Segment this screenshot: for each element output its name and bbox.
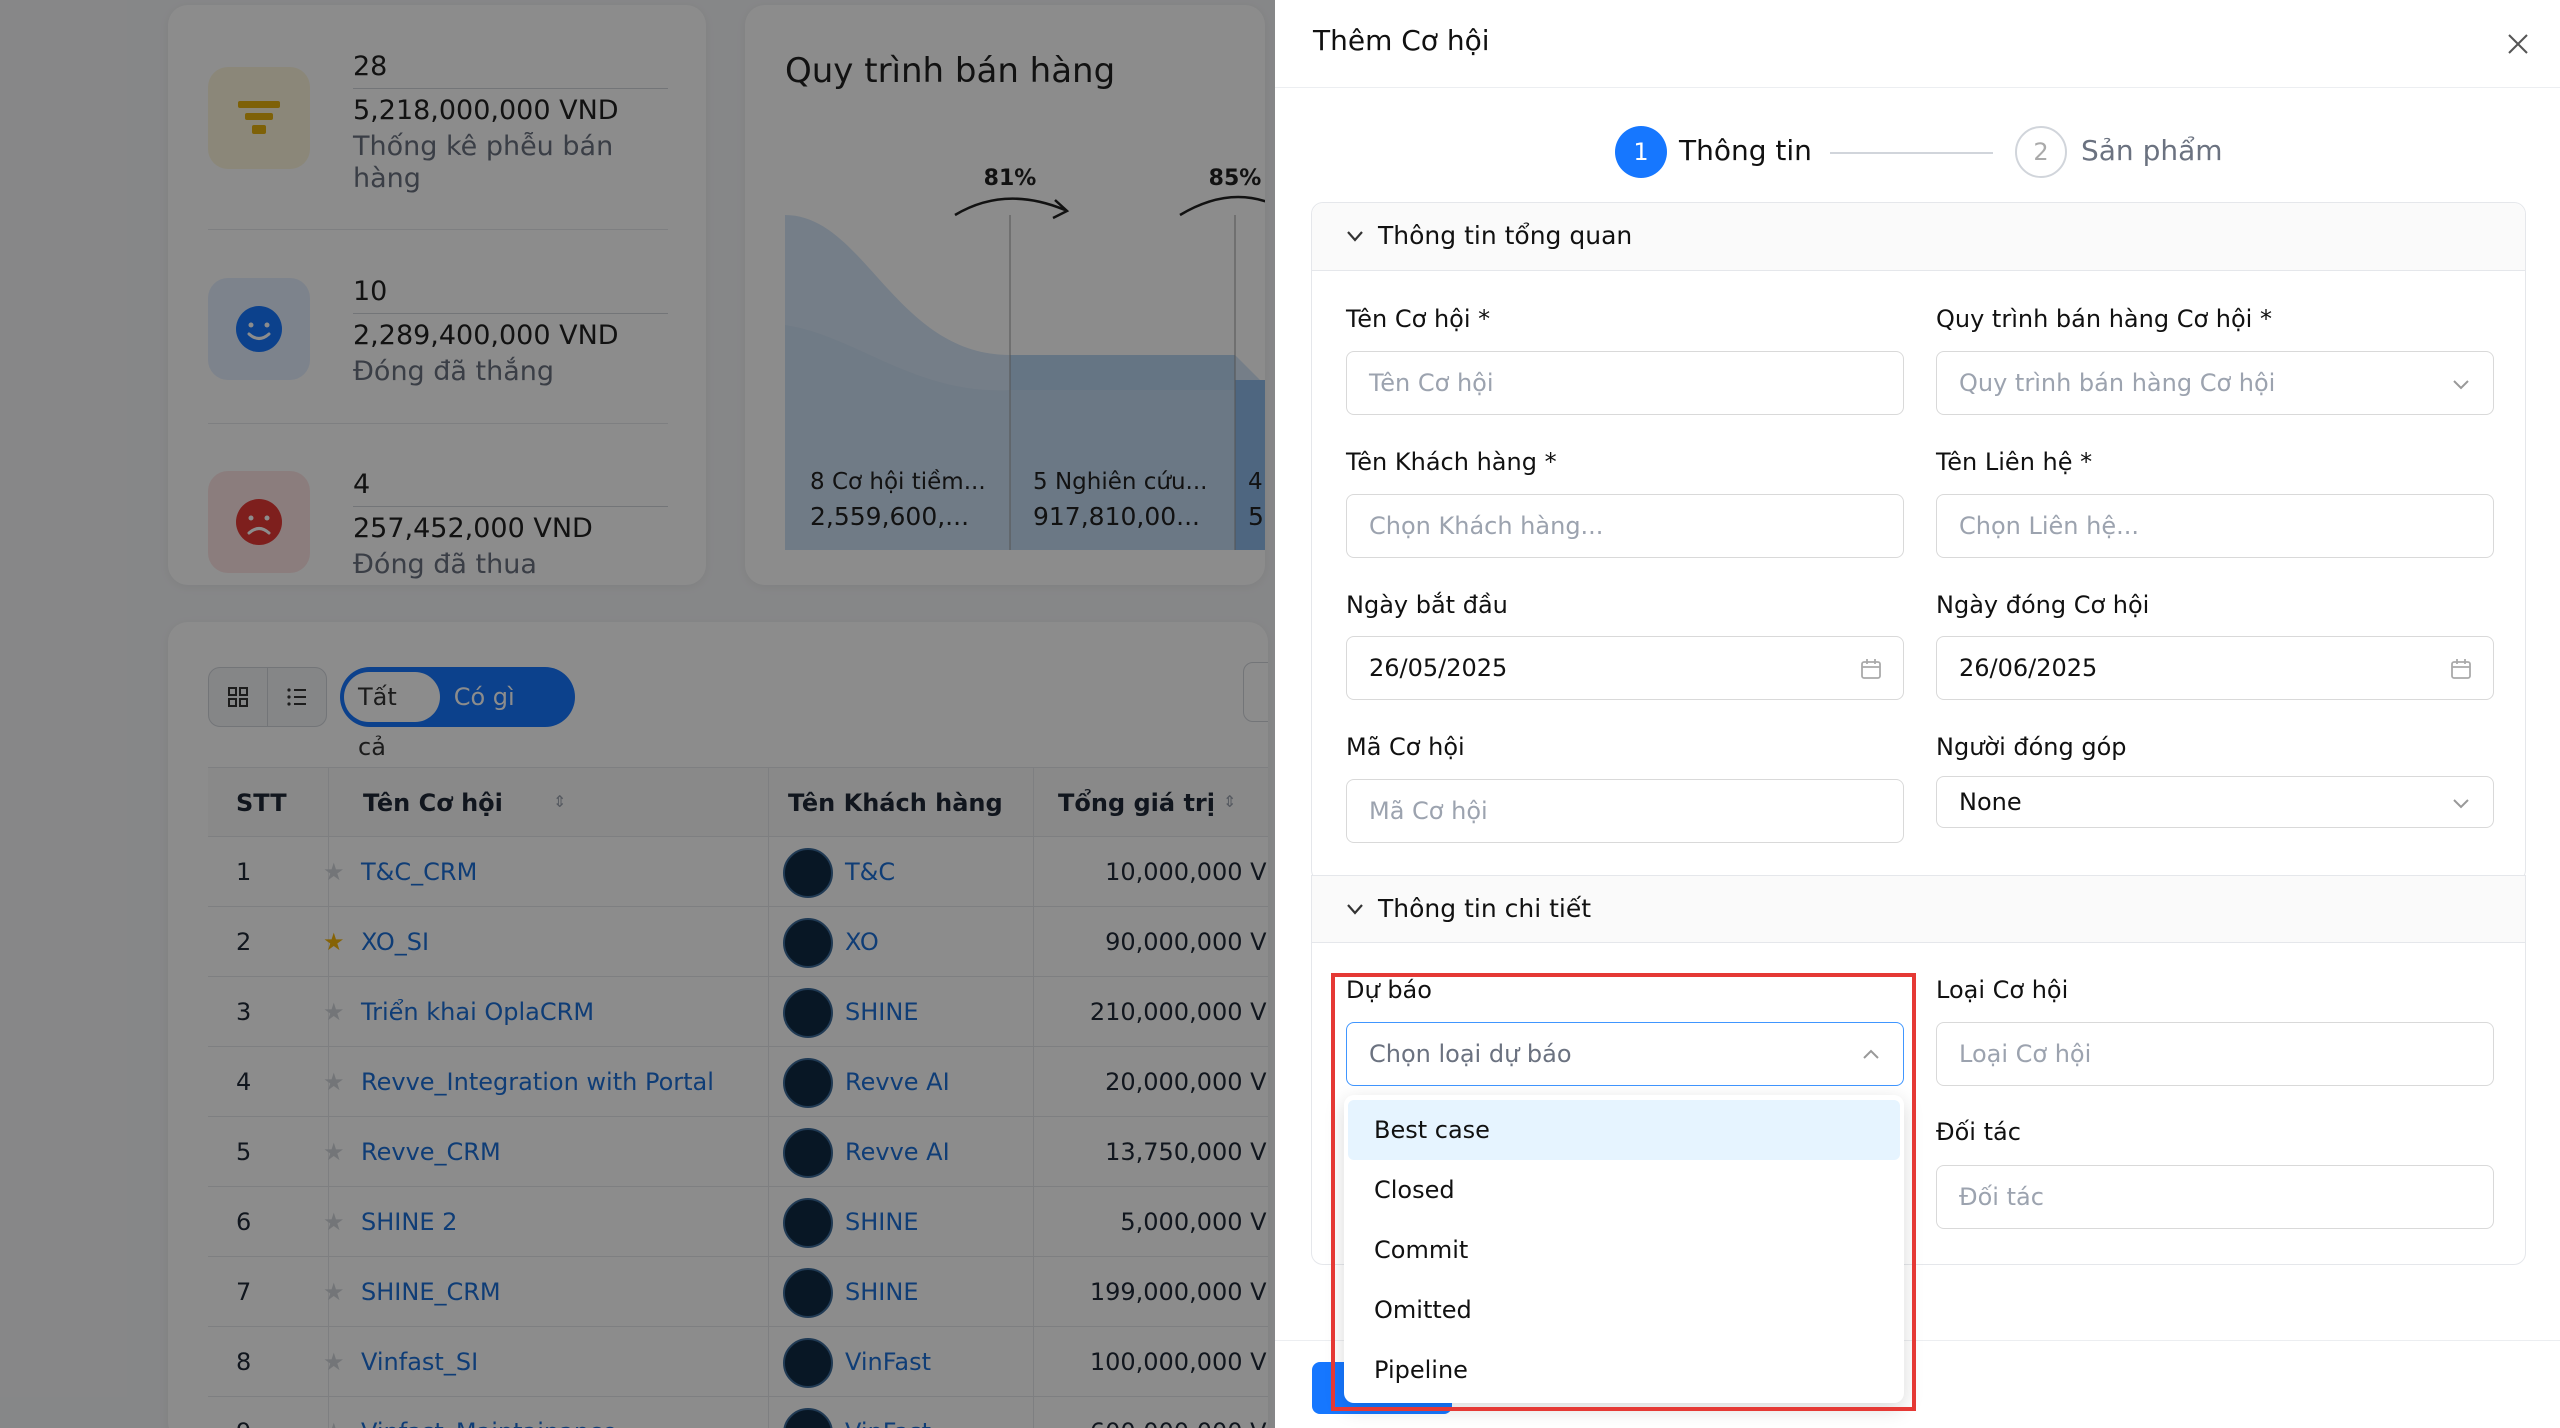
drawer-title: Thêm Cơ hội — [1313, 24, 1490, 57]
name-label: Tên Cơ hội * — [1346, 305, 1491, 333]
forecast-placeholder: Chọn loại dự báo — [1369, 1040, 1572, 1068]
opportunity-type-input[interactable]: Loại Cơ hội — [1936, 1022, 2494, 1086]
opportunity-name-input[interactable]: Tên Cơ hội — [1346, 351, 1904, 415]
close-date-picker[interactable]: 26/06/2025 — [1936, 636, 2494, 700]
forecast-select[interactable]: Chọn loại dự báo — [1346, 1022, 1904, 1086]
close-date-label: Ngày đóng Cơ hội — [1936, 591, 2150, 619]
calendar-icon — [1861, 659, 1881, 679]
step-connector — [1830, 152, 1993, 154]
section-overview: Thông tin tổng quan Tên Cơ hội * Tên Cơ … — [1311, 202, 2526, 882]
contributor-label: Người đóng góp — [1936, 733, 2127, 761]
section-overview-header[interactable]: Thông tin tổng quan — [1312, 203, 2525, 271]
calendar-icon — [2451, 659, 2471, 679]
partner-input[interactable]: Đối tác — [1936, 1165, 2494, 1229]
forecast-option[interactable]: Commit — [1348, 1220, 1900, 1280]
chevron-down-icon — [2453, 799, 2469, 809]
section-detail-header[interactable]: Thông tin chi tiết — [1312, 875, 2525, 943]
close-button[interactable] — [2500, 26, 2536, 62]
forecast-option[interactable]: Best case — [1348, 1100, 1900, 1160]
forecast-option[interactable]: Pipeline — [1348, 1340, 1900, 1400]
start-date-picker[interactable]: 26/05/2025 — [1346, 636, 1904, 700]
chevron-down-icon — [2453, 380, 2469, 390]
customer-label: Tên Khách hàng * — [1346, 448, 1557, 476]
section-detail-title: Thông tin chi tiết — [1378, 894, 1592, 923]
section-overview-title: Thông tin tổng quan — [1378, 221, 1633, 250]
step-2-label[interactable]: Sản phẩm — [2081, 134, 2223, 167]
step-1-label[interactable]: Thông tin — [1679, 134, 1812, 167]
chevron-down-icon — [1347, 231, 1363, 242]
drawer-header: Thêm Cơ hội — [1275, 0, 2560, 88]
process-select[interactable]: Quy trình bán hàng Cơ hội — [1936, 351, 2494, 415]
process-placeholder: Quy trình bán hàng Cơ hội — [1959, 369, 2276, 397]
chevron-down-icon — [1347, 904, 1363, 915]
code-label: Mã Cơ hội — [1346, 733, 1465, 761]
opportunity-code-input[interactable]: Mã Cơ hội — [1346, 779, 1904, 843]
type-label: Loại Cơ hội — [1936, 976, 2069, 1004]
forecast-option[interactable]: Omitted — [1348, 1280, 1900, 1340]
contact-label: Tên Liên hệ * — [1936, 448, 2093, 476]
step-2-number[interactable]: 2 — [2015, 126, 2067, 178]
start-date-value: 26/05/2025 — [1369, 654, 1508, 682]
contact-select[interactable]: Chọn Liên hệ... — [1936, 494, 2494, 558]
forecast-option[interactable]: Closed — [1348, 1160, 1900, 1220]
chevron-up-icon — [1863, 1049, 1879, 1059]
contributor-value: None — [1959, 788, 2022, 816]
start-date-label: Ngày bắt đầu — [1346, 591, 1508, 619]
partner-label: Đối tác — [1936, 1118, 2021, 1146]
close-icon — [2508, 34, 2528, 54]
stepper: 1 Thông tin 2 Sản phẩm — [1615, 122, 2315, 182]
process-label: Quy trình bán hàng Cơ hội * — [1936, 305, 2272, 333]
close-date-value: 26/06/2025 — [1959, 654, 2098, 682]
forecast-label: Dự báo — [1346, 976, 1432, 1004]
step-1-number[interactable]: 1 — [1615, 126, 1667, 178]
contributor-select[interactable]: None — [1936, 776, 2494, 828]
forecast-dropdown-menu: Best case Closed Commit Omitted Pipeline — [1344, 1095, 1904, 1403]
customer-select[interactable]: Chọn Khách hàng... — [1346, 494, 1904, 558]
